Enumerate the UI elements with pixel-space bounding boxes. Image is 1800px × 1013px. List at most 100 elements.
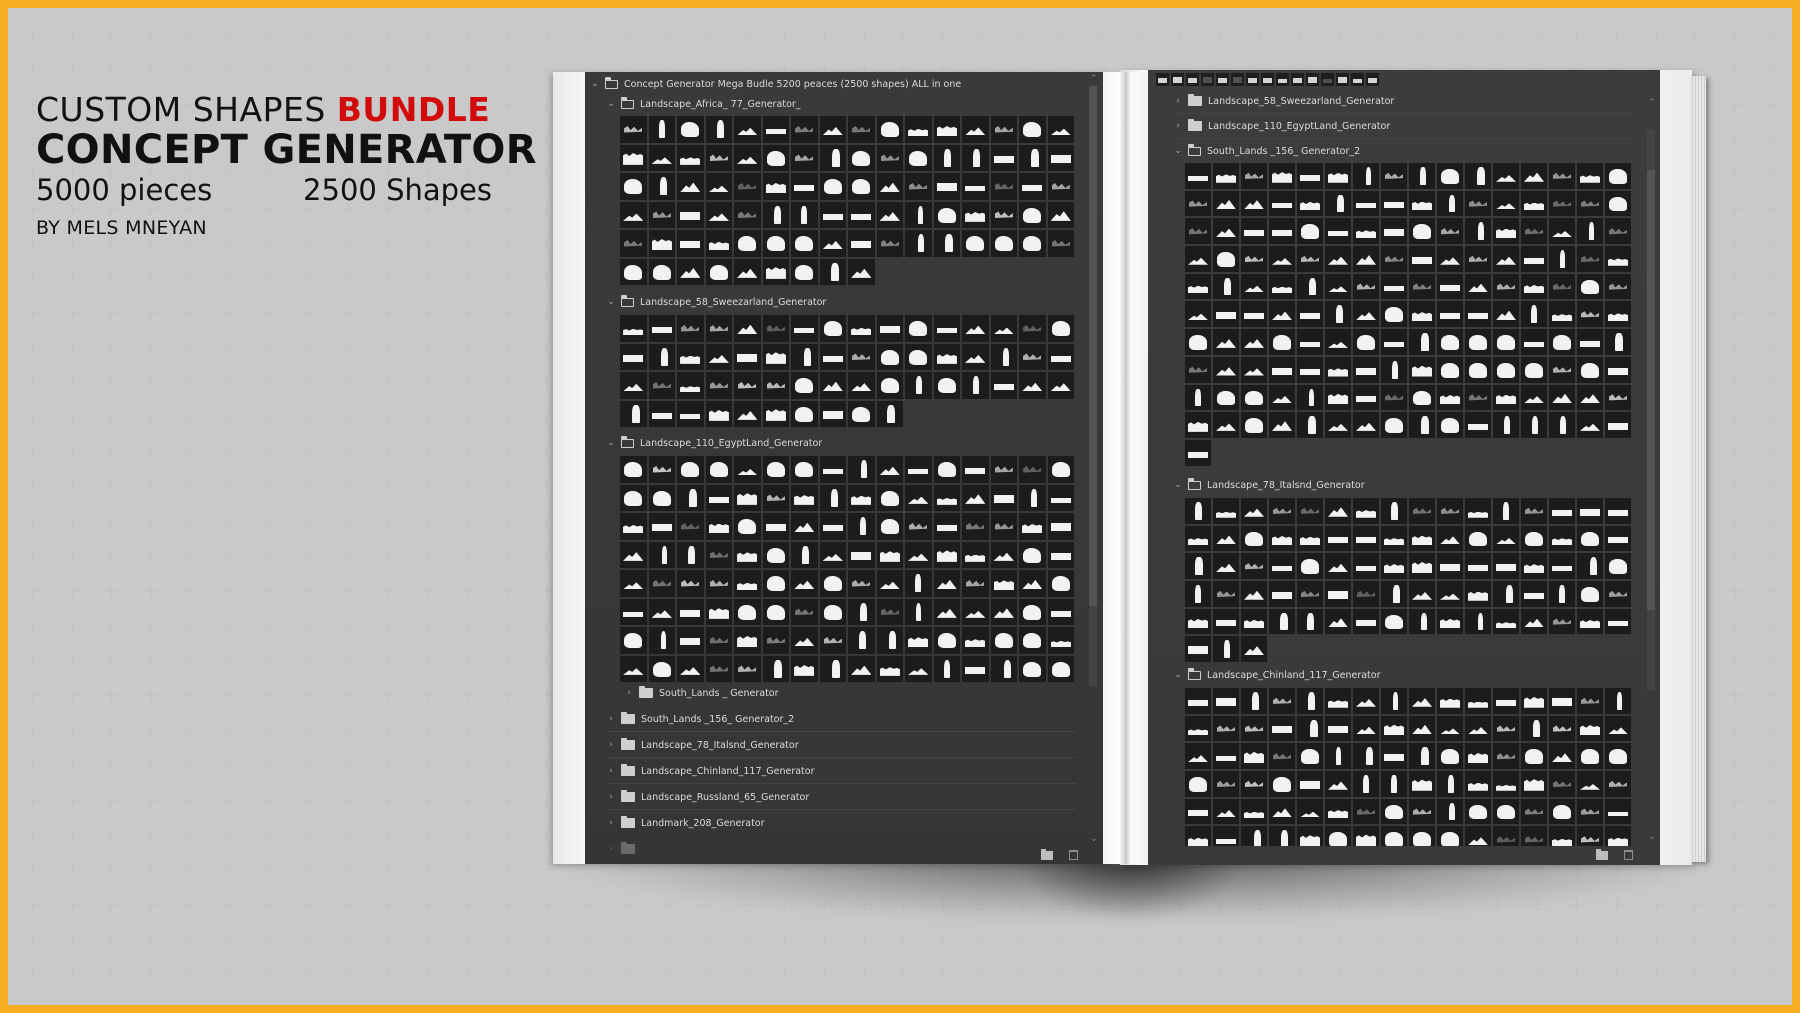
shape-tile[interactable]	[1325, 329, 1351, 355]
shape-tile[interactable]	[1409, 553, 1435, 580]
shape-tile[interactable]	[1605, 246, 1631, 272]
shape-tile[interactable]	[905, 655, 932, 682]
shape-tile[interactable]	[848, 598, 875, 625]
shape-tile[interactable]	[1213, 190, 1239, 217]
shape-tile[interactable]	[1325, 218, 1351, 245]
shape-tile[interactable]	[1019, 173, 1046, 200]
shape-tile[interactable]	[1019, 541, 1046, 568]
shape-tile[interactable]	[819, 372, 846, 399]
shape-tile[interactable]	[1577, 798, 1603, 825]
shape-tile[interactable]	[1437, 163, 1463, 189]
shape-tile[interactable]	[1269, 301, 1295, 328]
shape-tile[interactable]	[734, 201, 761, 228]
shape-tile[interactable]	[734, 315, 761, 342]
scroll-down-icon[interactable]: ⌄	[1090, 834, 1098, 844]
shape-tile[interactable]	[905, 372, 932, 399]
shape-tile[interactable]	[962, 372, 989, 399]
shape-tile[interactable]	[791, 230, 818, 257]
shape-tile[interactable]	[1577, 553, 1603, 580]
shape-tile[interactable]	[1605, 608, 1631, 635]
shape-tile[interactable]	[1493, 384, 1519, 411]
shape-tile[interactable]	[734, 513, 761, 540]
trash-icon[interactable]	[1069, 850, 1078, 860]
shape-tile[interactable]	[1409, 384, 1435, 411]
shape-tile[interactable]	[1047, 456, 1074, 483]
shape-tile[interactable]	[677, 343, 704, 370]
shape-tile[interactable]	[1521, 608, 1547, 635]
shape-tile[interactable]	[762, 456, 789, 483]
shape-tile[interactable]	[1241, 329, 1267, 355]
shape-tile[interactable]	[677, 315, 704, 342]
shape-tile[interactable]	[762, 655, 789, 682]
shape-tile[interactable]	[962, 627, 989, 654]
group-row-south-lands-2[interactable]: ⌄ South_Lands _156_ Generator_2	[1174, 142, 1360, 160]
chevron-down-icon[interactable]: ⌄	[607, 297, 615, 307]
shape-tile[interactable]	[677, 258, 704, 285]
shape-tile[interactable]	[1019, 513, 1046, 540]
shape-tile[interactable]	[1213, 356, 1239, 383]
shape-tile[interactable]	[819, 627, 846, 654]
shape-tile[interactable]	[791, 655, 818, 682]
shape-tile[interactable]	[734, 655, 761, 682]
shape-tile[interactable]	[1381, 715, 1407, 742]
shape-tile[interactable]	[677, 400, 704, 427]
shape-tile[interactable]	[1549, 329, 1575, 355]
shape-tile[interactable]	[1465, 246, 1491, 272]
shape-tile[interactable]	[705, 570, 732, 597]
shape-tile[interactable]	[1269, 190, 1295, 217]
shape-tile[interactable]	[1213, 218, 1239, 245]
shape-tile[interactable]	[819, 116, 846, 143]
shape-tile[interactable]	[990, 201, 1017, 228]
shape-tile[interactable]	[1549, 498, 1575, 524]
shape-tile[interactable]	[1325, 190, 1351, 217]
shape-tile[interactable]	[848, 144, 875, 171]
shape-tile[interactable]	[677, 144, 704, 171]
shape-tile[interactable]	[876, 513, 903, 540]
shape-tile[interactable]	[1019, 201, 1046, 228]
shape-tile[interactable]	[705, 456, 732, 483]
shape-tile[interactable]	[1605, 329, 1631, 355]
shape-tile[interactable]	[1297, 163, 1323, 189]
shape-tile[interactable]	[1325, 356, 1351, 383]
shape-tile[interactable]	[1353, 190, 1379, 217]
shape-tile[interactable]	[1605, 798, 1631, 825]
shape-tile[interactable]	[1549, 743, 1575, 770]
shape-tile[interactable]	[648, 201, 675, 228]
shape-tile[interactable]	[1269, 384, 1295, 411]
shape-tile[interactable]	[905, 343, 932, 370]
shape-tile[interactable]	[648, 230, 675, 257]
shape-tile[interactable]	[848, 116, 875, 143]
shape-tile[interactable]	[1437, 771, 1463, 797]
shape-tile[interactable]	[1353, 743, 1379, 770]
shape-tile[interactable]	[1297, 190, 1323, 217]
shape-tile[interactable]	[1353, 218, 1379, 245]
shape-tile[interactable]	[905, 315, 932, 342]
shape-tile[interactable]	[1269, 163, 1295, 189]
shape-tile[interactable]	[1605, 301, 1631, 328]
shape-tile[interactable]	[1019, 456, 1046, 483]
shape-tile[interactable]	[1047, 484, 1074, 511]
shape-tile-preview[interactable]	[1156, 73, 1169, 86]
shape-tile[interactable]	[876, 541, 903, 568]
shape-tile[interactable]	[905, 144, 932, 171]
shape-tile[interactable]	[1325, 715, 1351, 742]
shape-tile[interactable]	[705, 258, 732, 285]
shape-tile[interactable]	[1213, 581, 1239, 607]
shape-tile[interactable]	[677, 541, 704, 568]
shape-tile[interactable]	[1437, 301, 1463, 328]
shape-tile[interactable]	[962, 173, 989, 200]
shape-tile[interactable]	[620, 570, 647, 597]
shape-tile[interactable]	[1241, 581, 1267, 607]
shape-tile[interactable]	[1019, 315, 1046, 342]
group-row-chinland[interactable]: ⌄ Landscape_Chinland_117_Generator	[1174, 666, 1381, 684]
shape-tile[interactable]	[1185, 329, 1211, 355]
shape-tile[interactable]	[620, 173, 647, 200]
shape-tile[interactable]	[705, 484, 732, 511]
shape-tile[interactable]	[677, 627, 704, 654]
scroll-up-icon[interactable]: ⌃	[1648, 98, 1656, 108]
shape-tile[interactable]	[648, 598, 675, 625]
shape-tile[interactable]	[1549, 384, 1575, 411]
shape-tile[interactable]	[1019, 116, 1046, 143]
shape-tile[interactable]	[933, 315, 960, 342]
shape-tile[interactable]	[705, 315, 732, 342]
